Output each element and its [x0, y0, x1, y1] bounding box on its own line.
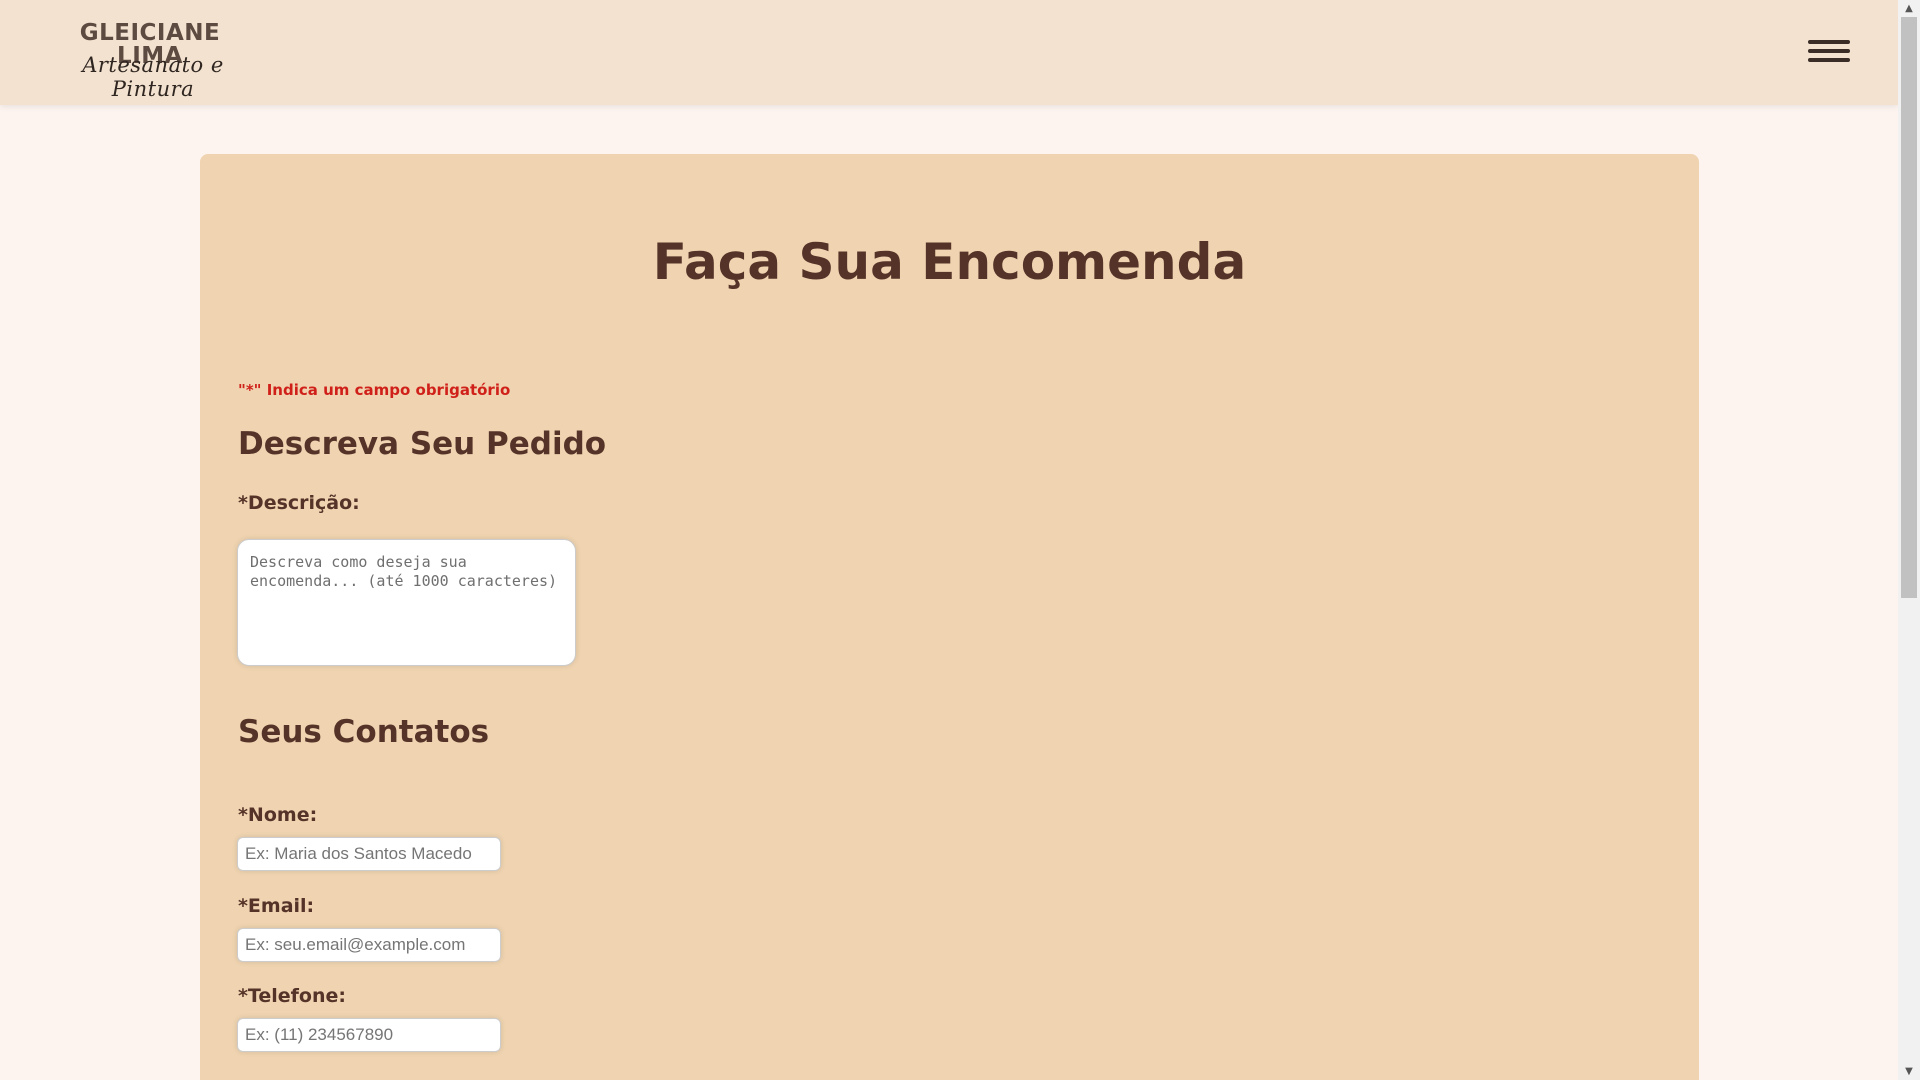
- scroll-down-arrow-icon[interactable]: ▼: [1898, 1063, 1920, 1080]
- page: GLEICIANE LIMA Artesanato e Pintura Faça…: [0, 0, 1898, 1080]
- hamburger-menu-icon[interactable]: [1808, 38, 1850, 68]
- telefone-label: *Telefone:: [238, 985, 346, 1007]
- section-heading-pedido: Descreva Seu Pedido: [238, 426, 607, 462]
- descricao-label: *Descrição:: [238, 492, 360, 514]
- menu-bar: [1808, 40, 1850, 44]
- nome-input[interactable]: [237, 837, 501, 871]
- nome-label: *Nome:: [238, 804, 318, 826]
- menu-bar: [1808, 49, 1850, 53]
- vertical-scrollbar[interactable]: ▲ ▼: [1898, 0, 1920, 1080]
- email-input[interactable]: [237, 928, 501, 962]
- email-label: *Email:: [238, 895, 315, 917]
- order-form-card: Faça Sua Encomenda "*" Indica um campo o…: [200, 154, 1699, 1080]
- menu-bar: [1808, 58, 1850, 62]
- section-heading-contatos: Seus Contatos: [238, 714, 490, 750]
- site-logo[interactable]: GLEICIANE LIMA Artesanato e Pintura: [58, 22, 248, 102]
- logo-tagline: Artesanato e Pintura: [82, 53, 224, 101]
- page-title: Faça Sua Encomenda: [652, 233, 1247, 291]
- telefone-input[interactable]: [237, 1018, 501, 1052]
- required-field-note: "*" Indica um campo obrigatório: [238, 381, 511, 399]
- scrollbar-thumb[interactable]: [1901, 17, 1917, 598]
- descricao-textarea[interactable]: [237, 539, 576, 666]
- scroll-up-arrow-icon[interactable]: ▲: [1898, 0, 1920, 17]
- site-header: GLEICIANE LIMA Artesanato e Pintura: [0, 0, 1898, 105]
